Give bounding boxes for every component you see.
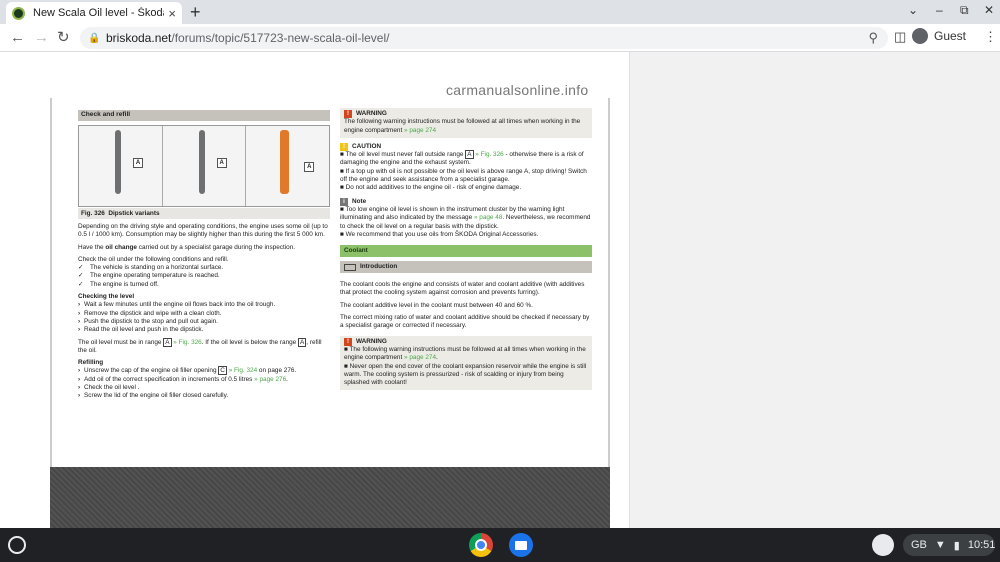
forward-arrow-icon[interactable]: → xyxy=(34,29,49,47)
browser-toolbar: ← → ↻ 🔒 briskoda.net/forums/topic/517723… xyxy=(0,24,1000,52)
tab-close-icon[interactable]: × xyxy=(168,6,176,21)
step: Screw the lid of the engine oil filler c… xyxy=(78,392,330,401)
dipstick-figure: A A A xyxy=(78,125,330,207)
warning-icon: ! xyxy=(344,110,352,119)
avatar-icon xyxy=(912,28,928,44)
keyboard-language: GB xyxy=(911,539,927,551)
url-path: /forums/topic/517723-new-scala-oil-level… xyxy=(171,31,390,45)
side-panel-icon[interactable]: ◫ xyxy=(894,29,906,45)
dipstick-variant-1: A xyxy=(79,126,163,206)
browser-tab[interactable]: New Scala Oil level - Škoda Scal × xyxy=(6,2,182,24)
range-label: A xyxy=(133,158,143,168)
section-header: Check and refill xyxy=(78,110,330,121)
lock-icon: 🔒 xyxy=(88,33,101,44)
wifi-icon: ▼ xyxy=(934,539,946,551)
note-box: i Note ■ Too low engine oil level is show… xyxy=(340,197,591,238)
step: Unscrew the cap of the engine oil filler… xyxy=(78,366,330,376)
new-tab-button[interactable]: + xyxy=(190,2,201,22)
chrome-icon[interactable] xyxy=(469,533,493,557)
check-item: The vehicle is standing on a horizontal … xyxy=(78,264,330,273)
status-tray[interactable]: GB ▼ ▮ 10:51 xyxy=(903,534,995,556)
url-host: briskoda.net xyxy=(106,31,172,45)
note-icon: i xyxy=(340,197,348,206)
paragraph: Have the oil change carried out by a spe… xyxy=(78,243,296,251)
manual-page-image: Check and refill A A A Fig. 326 Dipstick… xyxy=(50,98,610,468)
step: Add oil of the correct specification in … xyxy=(78,376,330,385)
dipstick-variant-3: A xyxy=(246,126,330,206)
paragraph: Check the oil under the following condit… xyxy=(78,255,229,263)
notes-icon[interactable] xyxy=(872,534,894,556)
paragraph: The coolant additive level in the coolan… xyxy=(340,301,533,309)
tab-search-icon[interactable]: ⌄ xyxy=(908,3,918,17)
introduction-heading: Introduction xyxy=(340,261,592,274)
paragraph: Depending on the driving style and opera… xyxy=(78,223,328,239)
book-icon xyxy=(344,263,356,271)
range-label: A xyxy=(304,162,315,172)
warning-box: ! WARNING The following warning instructi… xyxy=(340,108,592,138)
tab-title: New Scala Oil level - Škoda Scal xyxy=(33,7,164,19)
paragraph: The correct mixing ratio of water and co… xyxy=(340,314,590,330)
back-arrow-icon[interactable]: ← xyxy=(10,29,25,47)
check-item: The engine is turned off. xyxy=(78,281,330,290)
paragraph: The coolant cools the engine and consist… xyxy=(340,281,585,297)
menu-icon[interactable]: ⋮ xyxy=(984,29,997,45)
files-icon[interactable] xyxy=(509,533,533,557)
left-column: Check and refill A A A Fig. 326 Dipstick… xyxy=(78,110,330,401)
caution-icon: ! xyxy=(340,143,348,152)
battery-icon: ▮ xyxy=(953,539,960,552)
warning-box: ! WARNING ■ The following warning instruc… xyxy=(340,335,592,391)
web-content: carmanualsonline.info Check and refill A… xyxy=(0,52,1000,528)
zoom-icon[interactable]: ⚲ xyxy=(868,30,878,46)
clock: 10:51 xyxy=(967,539,996,551)
right-column: ! WARNING The following warning instructi… xyxy=(340,108,592,395)
profile-label: Guest xyxy=(934,29,967,43)
right-margin xyxy=(629,52,1000,528)
step: Remove the dipstick and wipe with a clea… xyxy=(78,310,330,319)
range-label: A xyxy=(216,158,227,168)
window-close-icon[interactable]: ✕ xyxy=(984,3,994,17)
launcher-icon[interactable] xyxy=(8,536,26,554)
subheading: Checking the level xyxy=(78,293,135,301)
warning-icon: ! xyxy=(344,337,352,346)
reload-icon[interactable]: ↻ xyxy=(57,29,70,47)
dipstick-variant-2: A xyxy=(162,126,247,206)
check-item: The engine operating temperature is reac… xyxy=(78,272,330,281)
minimize-icon[interactable]: – xyxy=(936,3,943,17)
restore-icon[interactable]: ⧉ xyxy=(960,3,969,18)
tab-strip: New Scala Oil level - Škoda Scal × + ⌄ –… xyxy=(0,0,1000,24)
figure-caption: Fig. 326 Dipstick variants xyxy=(78,208,330,219)
site-favicon-icon xyxy=(12,6,25,20)
watermark: carmanualsonline.info xyxy=(446,82,589,98)
profile-button[interactable]: Guest xyxy=(912,28,966,44)
paragraph: The oil level must be in range A » Fig. … xyxy=(78,337,322,354)
step: Push the dipstick to the stop and pull o… xyxy=(78,318,330,327)
step: Check the oil level . xyxy=(78,384,330,393)
step: Wait a few minutes until the engine oil … xyxy=(78,301,330,310)
caution-box: ! CAUTION ■ The oil level must never fall… xyxy=(340,142,587,192)
step: Read the oil level and push in the dipst… xyxy=(78,326,330,335)
next-page-image xyxy=(50,467,610,528)
coolant-heading: Coolant xyxy=(340,245,592,258)
address-bar[interactable]: 🔒 briskoda.net/forums/topic/517723-new-s… xyxy=(80,27,888,49)
os-shelf: GB ▼ ▮ 10:51 xyxy=(0,528,1000,562)
